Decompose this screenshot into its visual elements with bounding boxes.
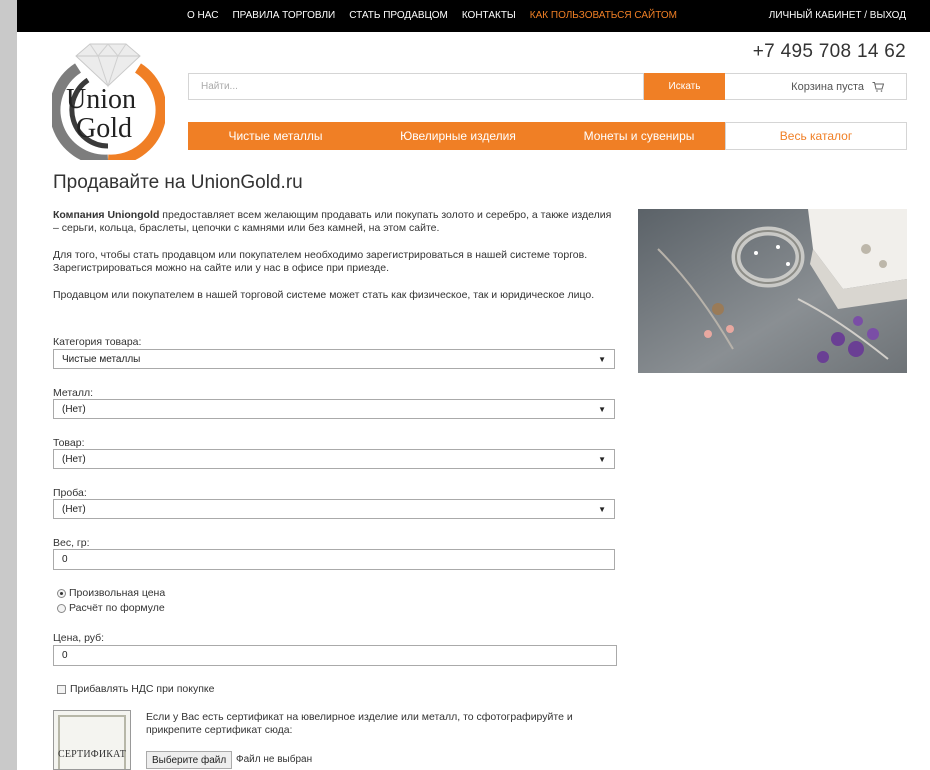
product-select-value: (Нет)	[62, 453, 86, 465]
purity-select[interactable]: (Нет) ▼	[53, 499, 615, 519]
cart-status-label: Корзина пуста	[791, 80, 864, 93]
dropdown-arrow-icon: ▼	[598, 404, 606, 414]
price-mode-formula[interactable]: Расчёт по формуле	[57, 602, 165, 614]
page-left-strip	[0, 0, 17, 770]
top-navigation-bar: О нас Правила торговли Стать продавцом К…	[17, 0, 930, 32]
intro-text: Компания Uniongold предоставляет всем же…	[53, 209, 618, 316]
top-nav: О нас Правила торговли Стать продавцом К…	[187, 10, 677, 21]
weight-label: Вес, гр:	[53, 537, 90, 549]
category-full-catalog[interactable]: Весь каталог	[725, 122, 907, 150]
price-label: Цена, руб:	[53, 632, 105, 644]
metal-select-value: (Нет)	[62, 403, 86, 415]
top-nav-become-seller[interactable]: Стать продавцом	[349, 10, 448, 21]
contact-phone: +7 495 708 14 62	[752, 41, 906, 62]
weight-input-value: 0	[62, 554, 68, 565]
category-select[interactable]: Чистые металлы ▼	[53, 349, 615, 369]
top-nav-trade-rules[interactable]: Правила торговли	[232, 10, 335, 21]
price-mode-arbitrary-label: Произвольная цена	[69, 587, 166, 599]
vat-checkbox-row[interactable]: Прибавлять НДС при покупке	[57, 683, 214, 695]
category-jewelry[interactable]: Ювелирные изделия	[363, 122, 553, 150]
vat-checkbox[interactable]	[57, 684, 66, 694]
product-label: Товар:	[53, 437, 85, 449]
jewelry-image	[638, 209, 907, 373]
price-mode-formula-label: Расчёт по формуле	[69, 602, 165, 614]
jewelry-photo	[638, 209, 907, 373]
category-coins-souvenirs[interactable]: Монеты и сувениры	[553, 122, 725, 150]
svg-text:Union: Union	[66, 84, 136, 115]
cart-icon	[872, 81, 884, 92]
page-title: Продавайте на UnionGold.ru	[53, 172, 303, 193]
logo-diamond-ring-icon: Union Gold	[49, 43, 167, 166]
top-nav-how-to-use[interactable]: Как пользоваться сайтом	[530, 10, 677, 21]
metal-select[interactable]: (Нет) ▼	[53, 399, 615, 419]
svg-text:Gold: Gold	[76, 113, 132, 144]
search-input[interactable]	[188, 73, 644, 100]
category-navigation: Чистые металлы Ювелирные изделия Монеты …	[188, 122, 907, 150]
weight-input[interactable]: 0	[53, 549, 615, 570]
top-nav-about[interactable]: О нас	[187, 10, 218, 21]
intro-paragraph-3: Продавцом или покупателем в нашей торгов…	[53, 289, 595, 301]
dropdown-arrow-icon: ▼	[598, 454, 606, 464]
intro-company-name: Компания Uniongold	[53, 209, 160, 221]
radio-unselected-icon	[57, 603, 66, 613]
intro-paragraph-1: Компания Uniongold предоставляет всем же…	[53, 209, 618, 235]
choose-file-button[interactable]: Выберите файл	[146, 751, 233, 769]
category-select-value: Чистые металлы	[62, 353, 141, 365]
purity-label: Проба:	[53, 487, 87, 499]
certificate-thumbnail: СЕРТИФИКАТ	[53, 710, 131, 770]
metal-label: Металл:	[53, 387, 94, 399]
purity-select-value: (Нет)	[62, 503, 86, 515]
category-label: Категория товара:	[53, 336, 142, 348]
search-bar: Искать	[188, 73, 725, 100]
dropdown-arrow-icon: ▼	[598, 354, 606, 364]
search-button[interactable]: Искать	[644, 73, 725, 100]
dropdown-arrow-icon: ▼	[598, 504, 606, 514]
file-status-text: Файл не выбран	[236, 754, 313, 765]
top-nav-contacts[interactable]: Контакты	[462, 10, 516, 21]
price-input-value: 0	[62, 650, 68, 661]
price-mode-arbitrary[interactable]: Произвольная цена	[57, 587, 165, 599]
account-logout-link[interactable]: Личный кабинет / Выход	[769, 10, 906, 21]
product-select[interactable]: (Нет) ▼	[53, 449, 615, 469]
radio-selected-icon	[57, 588, 66, 598]
vat-checkbox-label: Прибавлять НДС при покупке	[70, 683, 215, 695]
intro-paragraph-2: Для того, чтобы стать продавцом или поку…	[53, 249, 588, 274]
certificate-description: Если у Вас есть сертификат на ювелирное …	[146, 711, 573, 736]
cart-widget[interactable]: Корзина пуста	[725, 73, 907, 100]
certificate-thumbnail-text: СЕРТИФИКАТ	[57, 749, 127, 760]
site-logo[interactable]: Union Gold	[49, 38, 167, 166]
price-input[interactable]: 0	[53, 645, 617, 666]
certificate-frame	[58, 715, 126, 769]
category-pure-metals[interactable]: Чистые металлы	[188, 122, 363, 150]
